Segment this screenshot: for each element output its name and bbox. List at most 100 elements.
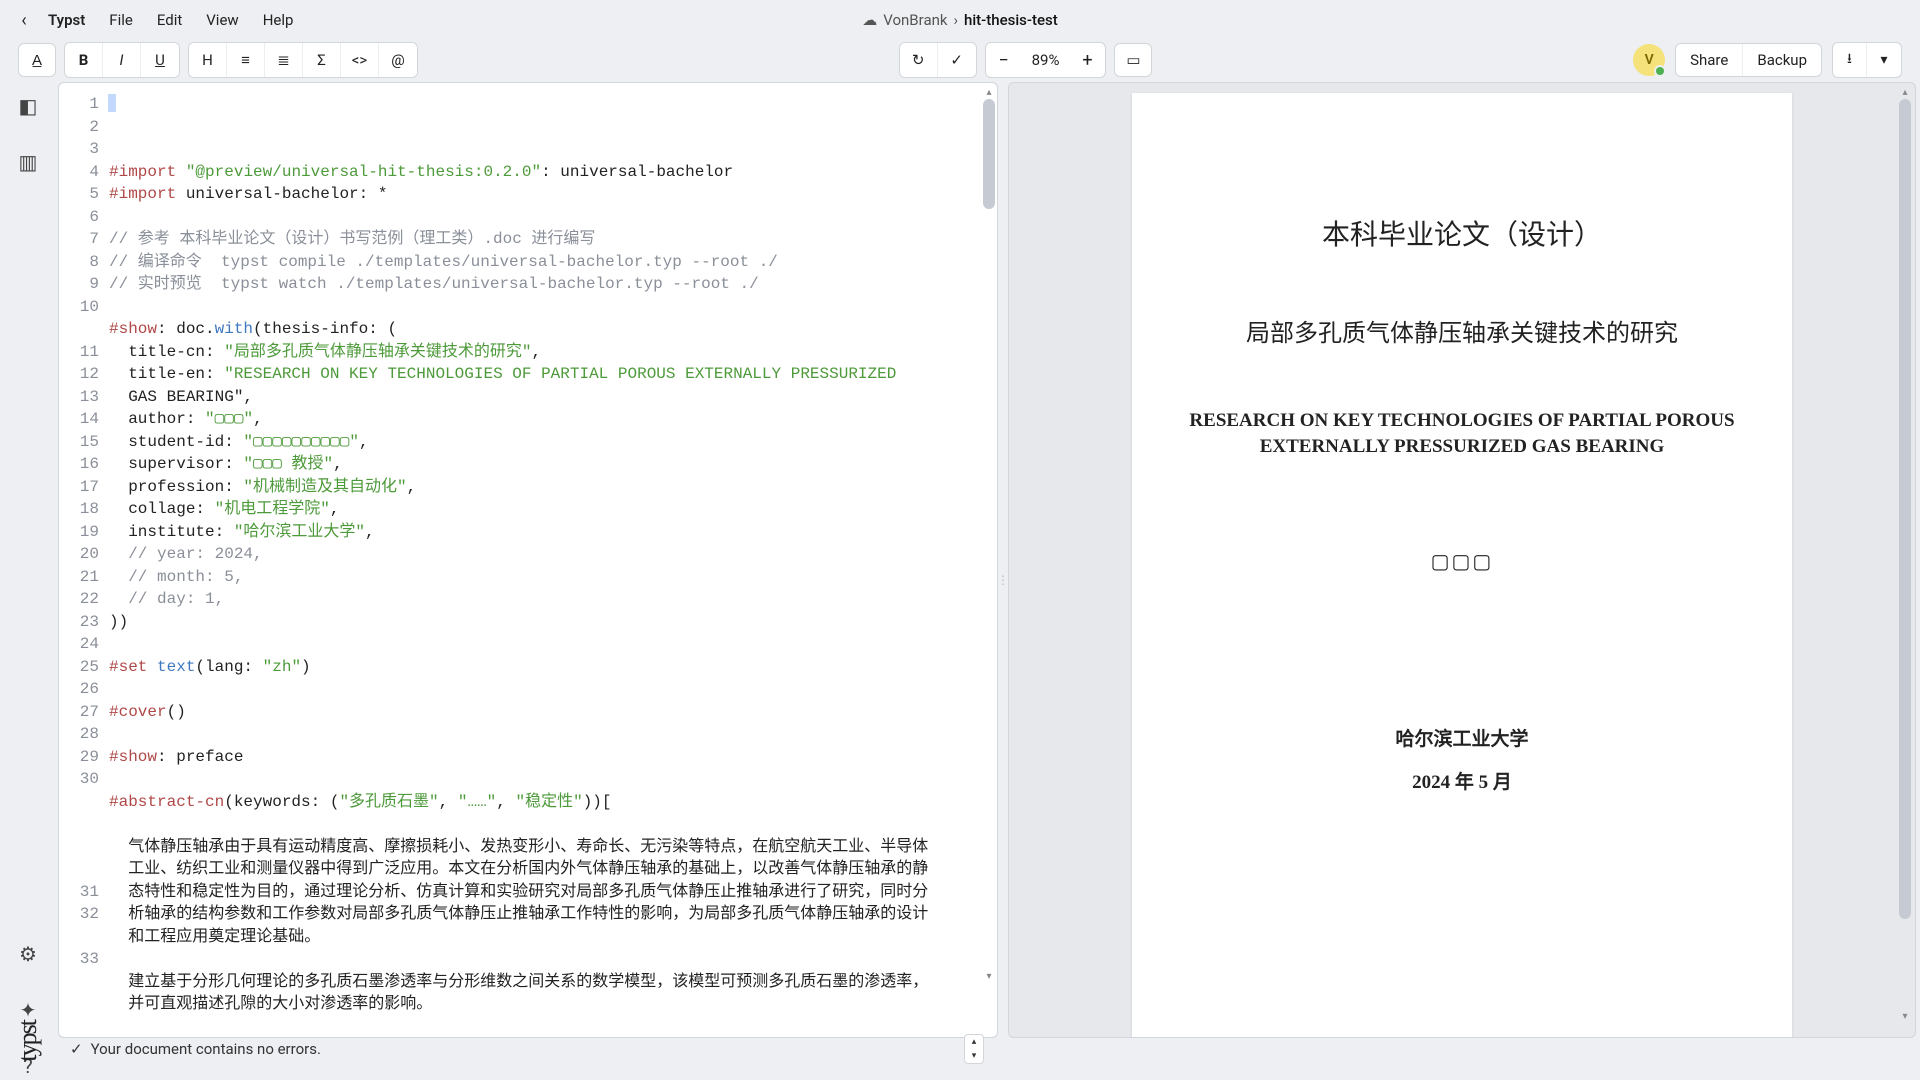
preview-doc-type: 本科毕业论文（设计） — [1182, 213, 1742, 253]
code-line[interactable]: collage: "机电工程学院", — [109, 498, 993, 521]
code-content[interactable]: #import "@preview/universal-hit-thesis:0… — [107, 83, 997, 1037]
share-button[interactable]: Share — [1676, 44, 1743, 76]
code-line[interactable]: // year: 2024, — [109, 543, 993, 566]
code-line[interactable] — [109, 296, 993, 319]
code-line[interactable]: 析轴承的结构参数和工作参数对局部多孔质气体静压止推轴承工作特性的影响，为局部多孔… — [109, 903, 993, 926]
scroll-down-icon[interactable]: ▾ — [1899, 1011, 1911, 1023]
outline-icon[interactable]: ▥ — [14, 148, 42, 176]
step-down-icon[interactable]: ▾ — [965, 1049, 983, 1063]
avatar[interactable]: V — [1633, 44, 1665, 76]
menu-file[interactable]: File — [97, 5, 145, 35]
scroll-up-icon[interactable]: ▴ — [983, 87, 995, 99]
download-menu-button[interactable]: ▾ — [1867, 43, 1901, 77]
breadcrumb-owner[interactable]: VonBrank — [883, 11, 947, 29]
code-line[interactable]: title-cn: "局部多孔质气体静压轴承关键技术的研究", — [109, 341, 993, 364]
editor-scroll-thumb[interactable] — [983, 99, 995, 209]
menu-help[interactable]: Help — [251, 5, 306, 35]
code-line[interactable] — [109, 768, 993, 791]
zoom-in-button[interactable]: + — [1069, 43, 1105, 77]
fit-page-button[interactable]: ▭ — [1114, 43, 1152, 77]
italic-button[interactable]: I — [103, 43, 141, 77]
code-line[interactable] — [109, 813, 993, 836]
back-arrow-icon[interactable]: ‹ — [12, 10, 36, 31]
bold-button[interactable]: B — [65, 43, 103, 77]
code-line[interactable]: 并可直观描述孔隙的大小对渗透率的影响。 — [109, 993, 993, 1016]
code-line[interactable]: // 参考 本科毕业论文（设计）书写范例（理工类）.doc 进行编写 — [109, 228, 993, 251]
preview-scrollbar[interactable]: ▴ ▾ — [1899, 95, 1911, 1015]
code-line[interactable]: student-id: "▢▢▢▢▢▢▢▢▢▢", — [109, 431, 993, 454]
code-area[interactable]: 1234567891011121314151617181920212223242… — [59, 83, 997, 1037]
breadcrumb-current[interactable]: hit-thesis-test — [964, 11, 1058, 29]
download-button[interactable]: ⭳ — [1833, 43, 1867, 77]
code-line[interactable] — [109, 633, 993, 656]
menu-app[interactable]: Typst — [36, 5, 97, 35]
menu-view[interactable]: View — [194, 5, 250, 35]
code-line[interactable]: #show: doc.with(thesis-info: ( — [109, 318, 993, 341]
zoom-out-button[interactable]: − — [986, 43, 1022, 77]
insert-group: H ≡ ≣ Σ <> @ — [188, 42, 418, 78]
backup-button[interactable]: Backup — [1743, 44, 1821, 76]
code-line[interactable]: // day: 1, — [109, 588, 993, 611]
preview-scroll-thumb[interactable] — [1899, 99, 1911, 919]
code-line[interactable]: #import "@preview/universal-hit-thesis:0… — [109, 161, 993, 184]
share-backup-group: Share Backup — [1675, 43, 1822, 77]
code-line[interactable]: #import universal-bachelor: * — [109, 183, 993, 206]
editor-pane: 1234567891011121314151617181920212223242… — [58, 82, 998, 1038]
code-line[interactable]: 气体静压轴承由于具有运动精度高、摩擦损耗小、发热变形小、寿命长、无污染等特点，在… — [109, 836, 993, 859]
preview-author: ▢▢▢ — [1182, 549, 1742, 574]
underline-button[interactable]: U — [141, 43, 179, 77]
bullet-list-button[interactable]: ≡ — [227, 43, 265, 77]
code-line[interactable]: supervisor: "▢▢▢ 教授", — [109, 453, 993, 476]
code-line[interactable]: institute: "哈尔滨工业大学", — [109, 521, 993, 544]
preview-institute: 哈尔滨工业大学 — [1182, 724, 1742, 751]
code-line[interactable]: GAS BEARING", — [109, 386, 993, 409]
breadcrumb-sep: › — [953, 11, 958, 29]
panel-toggle-icon[interactable]: ◧ — [14, 92, 42, 120]
heading-button[interactable]: H — [189, 43, 227, 77]
undo-compile-button[interactable]: ↻ — [900, 43, 938, 77]
zoom-group: − 89% + — [985, 42, 1107, 78]
page-stepper[interactable]: ▴ ▾ — [964, 1034, 984, 1064]
text-style-button[interactable]: A̲ — [18, 43, 56, 77]
scroll-up-icon[interactable]: ▴ — [1899, 87, 1911, 99]
top-menu: ‹ Typst File Edit View Help ☁ VonBrank ›… — [0, 0, 1920, 40]
status-message: Your document contains no errors. — [91, 1040, 321, 1058]
pane-splitter[interactable]: ⋮ — [998, 80, 1008, 1080]
editor-scrollbar[interactable]: ▴ ▾ — [983, 95, 995, 975]
preview-pane: 本科毕业论文（设计） 局部多孔质气体静压轴承关键技术的研究 RESEARCH O… — [1008, 82, 1916, 1038]
menu-edit[interactable]: Edit — [145, 5, 194, 35]
mention-button[interactable]: @ — [379, 43, 417, 77]
settings-icon[interactable]: ⚙ — [14, 940, 42, 968]
code-line[interactable] — [109, 678, 993, 701]
code-line[interactable]: title-en: "RESEARCH ON KEY TECHNOLOGIES … — [109, 363, 993, 386]
compile-group: ↻ ✓ — [899, 42, 977, 78]
code-line[interactable]: #set text(lang: "zh") — [109, 656, 993, 679]
code-line[interactable]: 建立基于分形几何理论的多孔质石墨渗透率与分形维数之间关系的数学模型，该模型可预测… — [109, 971, 993, 994]
text-cursor — [108, 94, 116, 112]
code-line[interactable] — [109, 723, 993, 746]
math-button[interactable]: Σ — [303, 43, 341, 77]
preview-title-cn: 局部多孔质气体静压轴承关键技术的研究 — [1182, 313, 1742, 348]
zoom-value[interactable]: 89% — [1022, 51, 1070, 69]
typst-logo: typst — [13, 1021, 43, 1062]
code-line[interactable]: // 实时预览 typst watch ./templates/universa… — [109, 273, 993, 296]
code-line[interactable]: author: "▢▢▢", — [109, 408, 993, 431]
code-line[interactable]: profession: "机械制造及其自动化", — [109, 476, 993, 499]
code-line[interactable]: 工业、纺织工业和测量仪器中得到广泛应用。本文在分析国内外气体静压轴承的基础上，以… — [109, 858, 993, 881]
numbered-list-button[interactable]: ≣ — [265, 43, 303, 77]
code-line[interactable]: // month: 5, — [109, 566, 993, 589]
code-line[interactable]: #cover() — [109, 701, 993, 724]
compile-button[interactable]: ✓ — [938, 43, 976, 77]
code-line[interactable] — [109, 948, 993, 971]
code-line[interactable]: )) — [109, 611, 993, 634]
code-line[interactable]: #abstract-cn(keywords: ("多孔质石墨", "……", "… — [109, 791, 993, 814]
scroll-down-icon[interactable]: ▾ — [983, 971, 995, 983]
check-icon: ✓ — [70, 1040, 83, 1058]
code-line[interactable]: // 编译命令 typst compile ./templates/univer… — [109, 251, 993, 274]
code-line[interactable]: 和工程应用奠定理论基础。 — [109, 926, 993, 949]
code-button[interactable]: <> — [341, 43, 379, 77]
code-line[interactable]: #show: preface — [109, 746, 993, 769]
code-line[interactable]: 态特性和稳定性为目的，通过理论分析、仿真计算和实验研究对局部多孔质气体静压止推轴… — [109, 881, 993, 904]
code-line[interactable] — [109, 206, 993, 229]
step-up-icon[interactable]: ▴ — [965, 1035, 983, 1049]
